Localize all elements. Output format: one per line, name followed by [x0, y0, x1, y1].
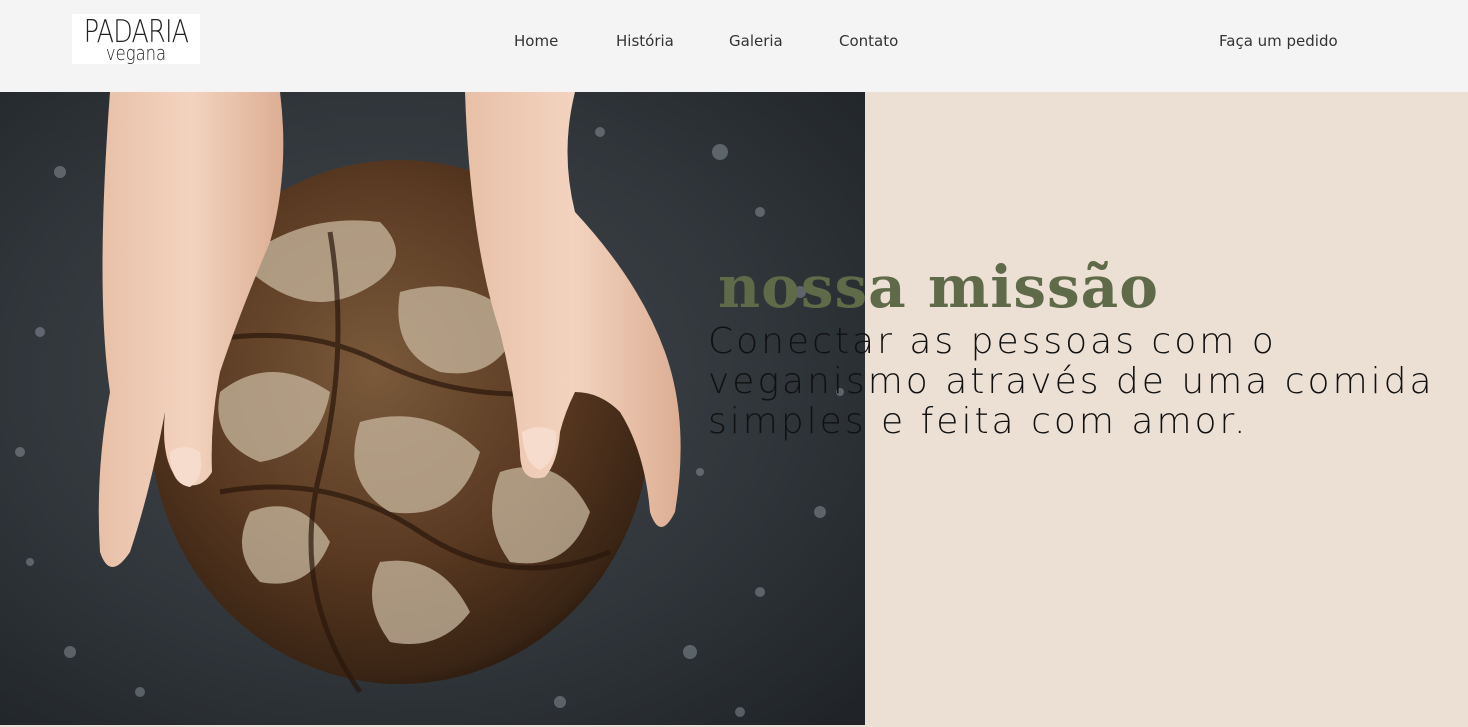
top-navbar: PADARIA vegana Home História Galeria Con… [0, 0, 1468, 92]
page: PADARIA vegana Home História Galeria Con… [0, 0, 1468, 727]
mission-text: Conectar as pessoas com o veganismo atra… [708, 321, 1435, 442]
main-nav: Home História Galeria Contato Faça um pe… [0, 0, 1468, 82]
order-link[interactable]: Faça um pedido [1219, 31, 1338, 51]
nav-galeria[interactable]: Galeria [729, 31, 783, 51]
nav-contato[interactable]: Contato [839, 31, 898, 51]
nav-home[interactable]: Home [514, 31, 558, 51]
hero-section: nossa missão Conectar as pessoas com o v… [0, 92, 1468, 727]
nav-historia[interactable]: História [616, 31, 674, 51]
mission-title: nossa missão [718, 253, 1159, 321]
